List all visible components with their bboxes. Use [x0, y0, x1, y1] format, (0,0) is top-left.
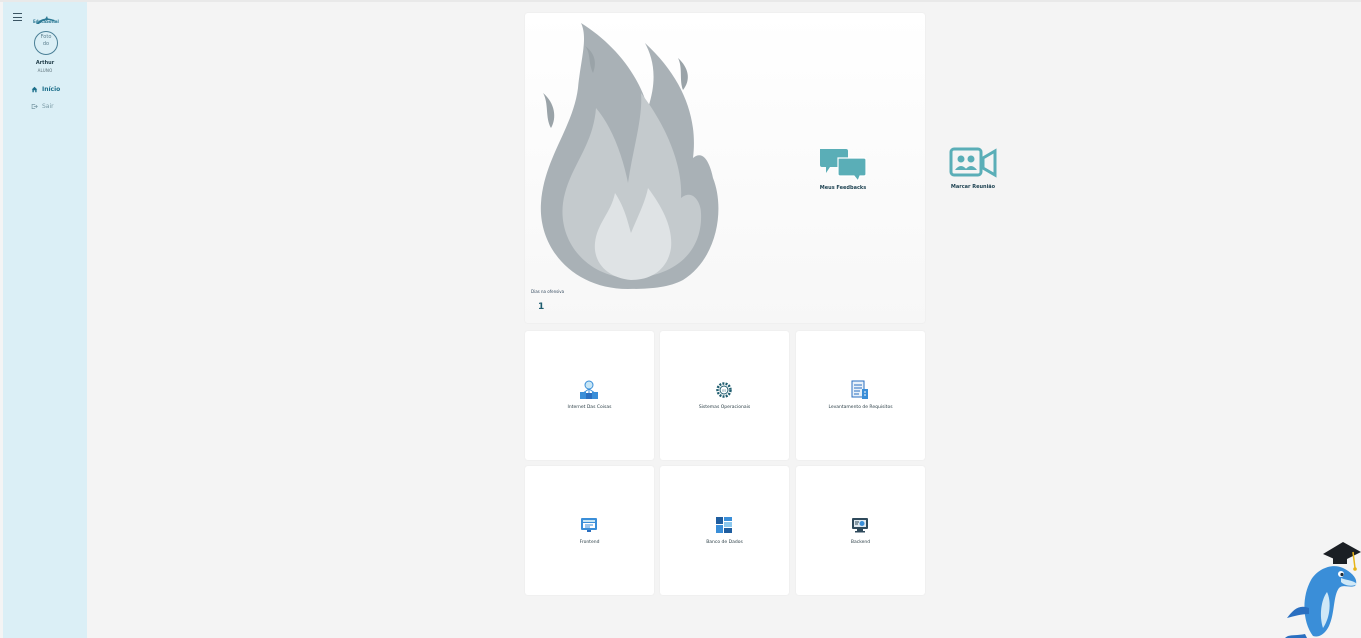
- my-feedbacks-button[interactable]: Meus Feedbacks: [810, 147, 876, 191]
- top-border: [0, 0, 1361, 2]
- module-card-frontend[interactable]: Frontend: [525, 466, 654, 595]
- sidebar-item-label: Sair: [42, 103, 54, 110]
- sidebar-item-label: Início: [42, 86, 61, 93]
- streak-label: Dias na ofensiva: [531, 289, 565, 294]
- module-card-internet-das-coisas[interactable]: Internet Das Coisas: [525, 331, 654, 460]
- user-name: Arthur: [35, 60, 55, 66]
- sidebar: EducaSoftal Foto do Arthur ALUNO Início …: [3, 2, 87, 638]
- flame-icon: [540, 23, 719, 289]
- video-call-icon: [949, 147, 997, 178]
- module-card-backend[interactable]: Backend: [796, 466, 925, 595]
- module-card-sistemas-operacionais[interactable]: OS Sistemas Operacionais: [660, 331, 789, 460]
- brand-logo: EducaSoftal: [33, 11, 61, 25]
- module-label: Levantamento de Requisitos: [828, 405, 893, 410]
- schedule-meeting-button[interactable]: Marcar Reunião: [942, 146, 1004, 190]
- frontend-monitor-icon: [577, 514, 601, 536]
- avatar[interactable]: Foto do: [34, 31, 58, 55]
- network-icon: [577, 379, 601, 401]
- module-label: Frontend: [579, 540, 600, 545]
- quick-action-label: Marcar Reunião: [950, 184, 996, 190]
- quick-action-label: Meus Feedbacks: [819, 185, 867, 191]
- user-role: ALUNO: [37, 68, 53, 73]
- logout-icon: [31, 104, 38, 109]
- module-card-banco-de-dados[interactable]: Banco de Dados: [660, 466, 789, 595]
- module-label: Backend: [850, 540, 871, 545]
- module-card-levantamento-de-requisitos[interactable]: Levantamento de Requisitos: [796, 331, 925, 460]
- requirements-document-icon: [848, 379, 872, 401]
- brand-text: EducaSoftal: [33, 19, 59, 24]
- os-gear-icon: OS: [712, 379, 736, 401]
- sidebar-item-inicio[interactable]: Início: [31, 86, 60, 93]
- sidebar-item-sair[interactable]: Sair: [31, 103, 54, 110]
- database-blocks-icon: [712, 514, 736, 536]
- module-label: Internet Das Coisas: [567, 405, 612, 410]
- chat-bubbles-icon: [820, 149, 867, 183]
- backend-monitor-icon: [848, 514, 872, 536]
- module-label: Sistemas Operacionais: [698, 405, 751, 410]
- svg-text:OS: OS: [722, 388, 726, 392]
- home-icon: [31, 86, 38, 93]
- module-label: Banco de Dados: [706, 540, 743, 545]
- streak-count: 1: [538, 302, 545, 312]
- hamburger-menu-icon[interactable]: [13, 13, 22, 21]
- avatar-alt-text: Foto do: [40, 34, 52, 47]
- dolphin-mascot[interactable]: [1283, 538, 1361, 638]
